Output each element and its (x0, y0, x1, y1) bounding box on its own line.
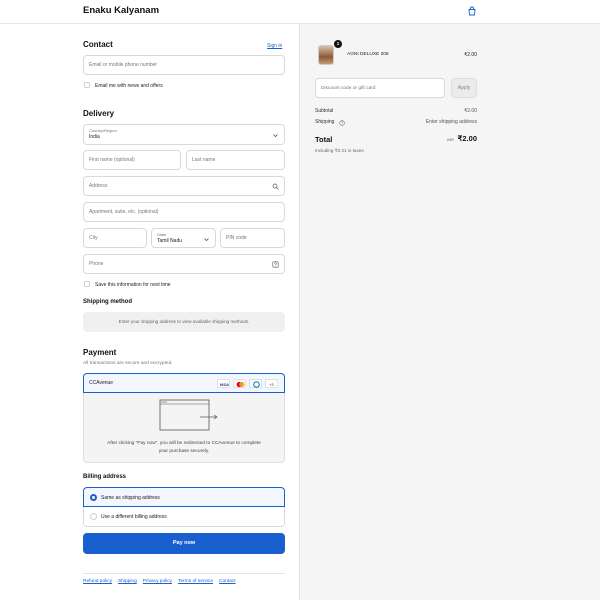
apartment-placeholder: Apartment, suite, etc. (optional) (89, 209, 159, 215)
apartment-field[interactable]: Apartment, suite, etc. (optional) (83, 202, 285, 222)
last-name-placeholder: Last name (192, 157, 216, 163)
quantity-badge: 1 (334, 40, 342, 48)
shipping-label: Shipping (315, 119, 335, 125)
footer-divider (83, 573, 285, 574)
state-label: State (157, 232, 167, 237)
visa-icon: VISA (217, 379, 230, 388)
footer-link-contact[interactable]: Contact (219, 579, 236, 584)
card-logos: VISA +3 (217, 379, 278, 388)
radio-unselected[interactable] (90, 513, 97, 520)
payment-redirect-box: After clicking “Pay now”, you will be re… (83, 393, 285, 463)
store-name[interactable]: Enaku Kalyanam (83, 5, 159, 16)
browser-redirect-icon (159, 399, 218, 431)
shipping-notice: Enter your shipping address to view avai… (83, 312, 285, 332)
first-name-placeholder: First name (optional) (89, 157, 135, 163)
address-placeholder: Address (89, 183, 108, 189)
country-label: Country/Region (89, 128, 117, 133)
top-header: Enaku Kalyanam (0, 0, 600, 24)
billing-option-same[interactable]: Same as shipping address (83, 487, 285, 507)
first-name-field[interactable]: First name (optional) (83, 150, 181, 170)
shipping-method-title: Shipping method (83, 299, 132, 305)
total-currency: INR (447, 137, 454, 142)
more-cards-badge: +3 (265, 379, 278, 388)
footer-link-shipping[interactable]: Shipping (118, 579, 137, 584)
phone-placeholder: Phone (89, 261, 104, 267)
redirect-text: After clicking “Pay now”, you will be re… (107, 441, 261, 454)
last-name-field[interactable]: Last name (186, 150, 285, 170)
discount-code-input[interactable]: Discount code or gift card (315, 78, 445, 98)
address-field[interactable]: Address (83, 176, 285, 196)
footer-link-terms[interactable]: Terms of service (178, 579, 213, 584)
subtotal-row: Subtotal ₹2.00 (315, 108, 477, 114)
help-icon[interactable] (272, 261, 279, 268)
total-value: ₹2.00 (457, 134, 477, 143)
state-select[interactable]: State Tamil Nadu (151, 228, 216, 248)
chevron-down-icon (204, 238, 209, 242)
footer-links: Refund policy Shipping Privacy policy Te… (83, 579, 236, 584)
info-icon[interactable] (339, 119, 345, 126)
shipping-value: Enter shipping address (425, 119, 477, 125)
country-value: India (89, 134, 100, 140)
billing-option-different[interactable]: Use a different billing address (83, 507, 285, 527)
news-checkbox[interactable] (84, 82, 90, 88)
city-placeholder: City (89, 235, 98, 241)
news-label: Email me with news and offers (95, 83, 163, 89)
total-label: Total (315, 135, 333, 144)
apply-button[interactable]: Apply (451, 78, 477, 98)
payment-subtitle: All transactions are secure and encrypte… (83, 361, 173, 366)
email-placeholder: Email or mobile phone number (89, 62, 158, 68)
product-name: AGNI DELUXE 208 (347, 52, 389, 57)
discount-placeholder: Discount code or gift card (321, 86, 376, 91)
billing-same-label: Same as shipping address (101, 495, 160, 501)
payment-option-ccavenue[interactable]: CCAvenue VISA +3 (83, 373, 285, 393)
phone-field[interactable]: Phone (83, 254, 285, 274)
payment-title: Payment (83, 348, 117, 357)
diners-club-icon (249, 379, 262, 388)
radio-selected[interactable] (90, 494, 97, 501)
tax-note: Including ₹0.31 in taxes (315, 148, 364, 153)
chevron-down-icon (273, 134, 278, 138)
shipping-notice-text: Enter your shipping address to view avai… (118, 319, 250, 324)
pay-now-button[interactable]: Pay now (83, 533, 285, 554)
city-field[interactable]: City (83, 228, 147, 248)
save-info-label: Save this information for next time (95, 282, 171, 288)
save-info-checkbox[interactable] (84, 281, 90, 287)
state-value: Tamil Nadu (157, 238, 183, 244)
billing-title: Billing address (83, 474, 127, 480)
pin-code-field[interactable]: PIN code (220, 228, 285, 248)
email-field[interactable]: Email or mobile phone number (83, 55, 285, 75)
subtotal-label: Subtotal (315, 108, 334, 114)
billing-different-label: Use a different billing address (101, 514, 167, 520)
mastercard-icon (233, 379, 246, 388)
search-icon (272, 183, 279, 190)
contact-title: Contact (83, 40, 113, 49)
sign-in-link[interactable]: Sign in (267, 43, 282, 49)
shopping-bag-icon[interactable] (467, 6, 477, 16)
pin-placeholder: PIN code (226, 235, 247, 241)
product-thumbnail (318, 45, 334, 65)
payment-method-name: CCAvenue (89, 380, 114, 386)
subtotal-value: ₹2.00 (464, 108, 477, 114)
shipping-row: Shipping Enter shipping address (315, 119, 477, 126)
footer-link-privacy[interactable]: Privacy policy (143, 579, 172, 584)
country-select[interactable]: Country/Region India (83, 124, 285, 145)
footer-link-refund[interactable]: Refund policy (83, 579, 112, 584)
product-price: ₹2.00 (464, 52, 477, 58)
delivery-title: Delivery (83, 109, 115, 118)
